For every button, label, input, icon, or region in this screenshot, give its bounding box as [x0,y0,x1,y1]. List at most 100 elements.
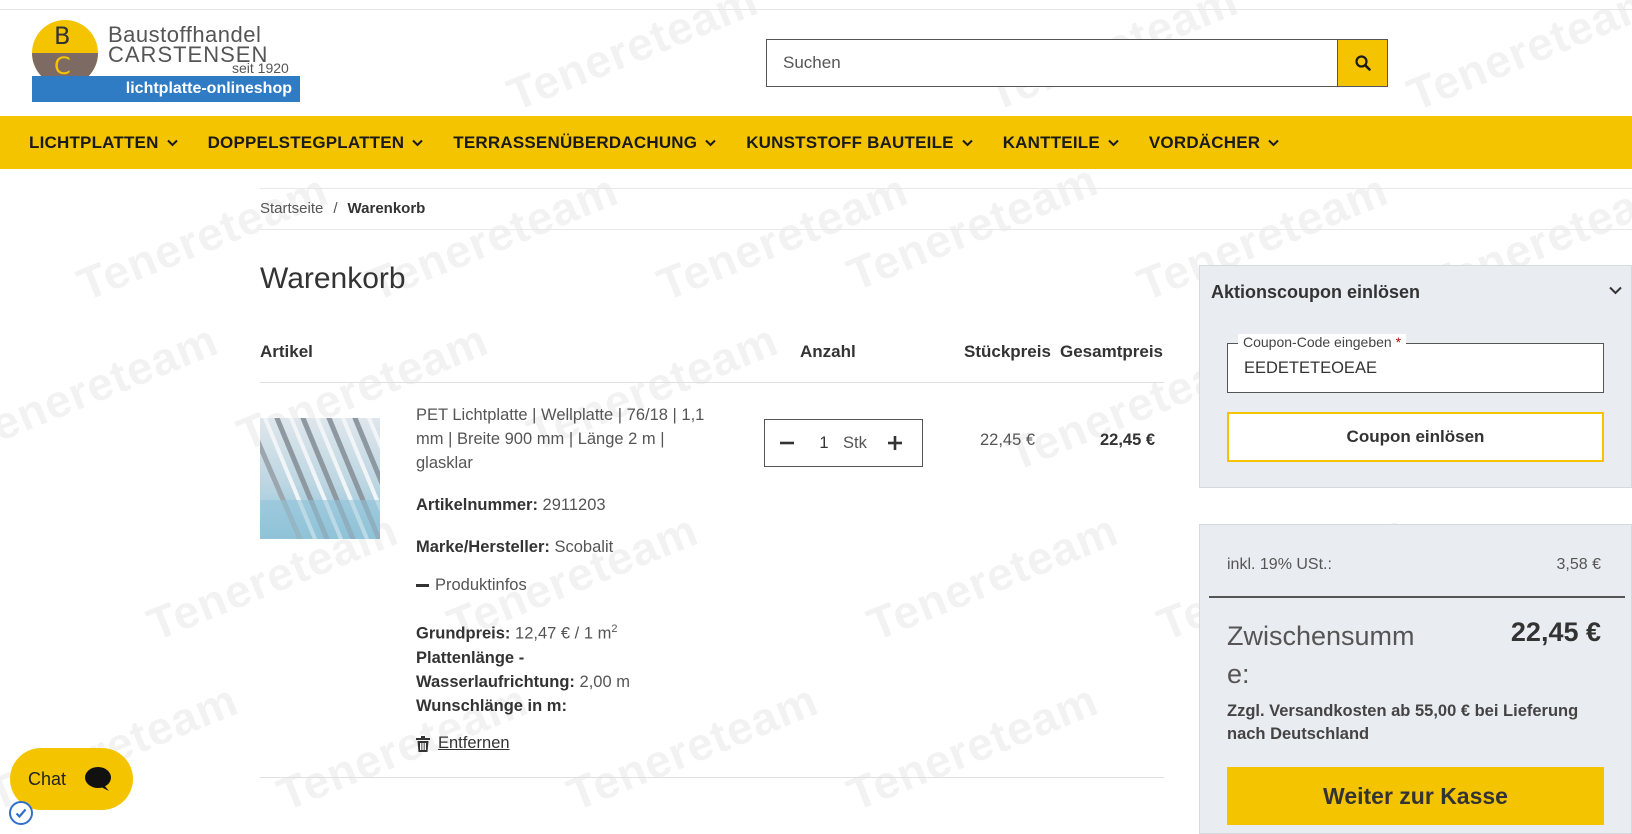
subtotal-label: Zwischensumme: [1227,621,1415,689]
base-price-value: 12,47 € / 1 m [515,624,612,643]
breadcrumb-divider-top [260,188,1632,189]
quantity-input[interactable]: 1 [813,434,835,453]
nav-item-terrassenueberdachung[interactable]: TERRASSENÜBERDACHUNG [453,133,716,153]
subtotal-value: 22,45 € [1510,617,1601,647]
watermark-text: Tenereteam [839,153,1105,301]
nav-item-doppelstegplatten[interactable]: DOPPELSTEGPLATTEN [208,133,424,153]
product-title-link[interactable]: PET Lichtplatte | Wellplatte | 76/18 | 1… [416,403,716,475]
nav-item-label: KANTTEILE [1002,132,1100,152]
redeem-coupon-button[interactable]: Coupon einlösen [1227,412,1604,462]
nav-item-kunststoff-bauteile[interactable]: KUNSTSTOFF BAUTEILE [746,133,973,153]
panel-length-label: Plattenlänge - Wasserlaufrichtung: [416,648,575,691]
watermark-text: Tenereteam [649,163,915,311]
chevron-down-icon[interactable] [1609,286,1622,295]
product-sku: Artikelnummer: 2911203 [416,496,606,515]
remove-item-label: Entfernen [438,734,510,752]
increase-quantity-button[interactable] [873,420,917,466]
search-input[interactable] [767,40,1337,86]
chat-button[interactable]: Chat [10,748,133,810]
search-icon [1354,55,1371,71]
watermark-text: Tenereteam [859,503,1125,651]
nav-item-vordaecher[interactable]: VORDÄCHER [1149,133,1279,153]
product-infos-label: Produktinfos [435,576,527,594]
search-button[interactable] [1337,40,1387,86]
table-row-divider [260,777,1164,778]
required-marker: * [1395,334,1402,350]
nav-item-label: DOPPELSTEGPLATTEN [207,132,405,152]
breadcrumb-home-link[interactable]: Startseite [260,200,323,217]
panel-length-value: 2,00 m [579,672,630,691]
breadcrumb-current: Warenkorb [347,200,426,217]
coupon-code-input[interactable] [1228,344,1603,392]
quantity-stepper: 1 Stk [764,419,923,467]
nav-item-label: KUNSTSTOFF BAUTEILE [746,132,954,152]
base-price-label: Grundpreis: [416,624,511,643]
page-title: Warenkorb [260,262,406,295]
quantity-unit: Stk [843,433,867,452]
desired-length-label: Wunschlänge in m: [416,696,567,715]
plus-icon [888,436,902,450]
base-price-unit-exponent: 2 [611,623,618,635]
summary-divider [1209,596,1625,598]
column-header-article: Artikel [260,342,313,361]
nav-item-kantteile[interactable]: KANTTEILE [1003,133,1119,153]
product-brand: Marke/Hersteller: Scobalit [416,538,613,557]
product-sku-value: 2911203 [542,496,606,514]
remove-item-button[interactable]: Entfernen [416,734,510,753]
chevron-down-icon [1268,139,1279,146]
shipping-note: Zzgl. Versandkosten ab 55,00 € bei Liefe… [1227,702,1579,743]
chevron-down-icon [166,139,178,146]
product-brand-value: Scobalit [554,538,614,556]
watermark-text: Tenereteam [1399,0,1632,121]
breadcrumb-divider-bottom [260,229,1632,230]
chevron-down-icon [705,139,716,146]
logo-since: seit 1920 [232,60,289,76]
coupon-heading[interactable]: Aktionscoupon einlösen [1211,282,1420,303]
chat-label: Chat [28,768,67,789]
total-price: 22,45 € [1100,431,1156,449]
checkout-button[interactable]: Weiter zur Kasse [1227,767,1604,825]
watermark-text: Tenereteam [0,313,225,461]
chevron-down-icon [1108,139,1119,146]
site-logo[interactable]: B C Baustoffhandel CARSTENSEN seit 1920 … [32,20,300,102]
nav-item-label: TERRASSENÜBERDACHUNG [453,132,698,152]
minus-icon [780,441,794,445]
nav-item-lichtplatten[interactable]: LICHTPLATTEN [29,133,178,153]
product-sku-label: Artikelnummer: [416,496,538,514]
tax-label: inkl. 19% USt.: [1227,556,1332,573]
unit-price: 22,45 € [980,431,1036,449]
product-details: Grundpreis: 12,47 € / 1 m2 Plattenlänge … [416,617,656,718]
chevron-down-icon [412,139,424,146]
nav-item-label: LICHTPLATTEN [29,132,159,152]
collapse-minus-icon [416,584,429,587]
trash-icon [416,735,430,752]
chat-bubble-icon [85,767,112,791]
logo-letter-b: B [54,22,71,50]
nav-item-label: VORDÄCHER [1148,132,1261,152]
product-brand-label: Marke/Hersteller: [416,538,550,556]
coupon-code-label: Coupon-Code eingeben * [1238,334,1407,350]
column-header-total: Gesamtpreis [1060,342,1163,361]
chevron-down-icon [961,139,973,146]
logo-shop-name: lichtplatte-onlineshop [32,76,300,102]
table-header-divider [260,382,1164,383]
coupon-code-label-text: Coupon-Code eingeben [1243,334,1392,350]
watermark-text: Tenereteam [839,673,1105,821]
tax-value: 3,58 € [1556,556,1601,573]
verified-badge-icon [9,801,33,825]
top-divider [0,9,1632,10]
coupon-panel: Aktionscoupon einlösen Coupon-Code einge… [1199,265,1632,488]
breadcrumb-separator: / [333,200,338,217]
main-navigation: LICHTPLATTEN DOPPELSTEGPLATTEN TERRASSEN… [0,116,1632,169]
search-bar [766,39,1388,87]
coupon-code-field [1227,343,1604,393]
order-summary-panel: inkl. 19% USt.: 3,58 € Zwischensumme: 22… [1199,524,1632,834]
product-infos-toggle[interactable]: Produktinfos [416,576,527,595]
decrease-quantity-button[interactable] [765,420,809,466]
watermark-text: Tenereteam [499,0,765,121]
breadcrumb: Startseite / Warenkorb [260,200,425,217]
corrugated-sheet-image [260,418,380,539]
column-header-quantity: Anzahl [800,342,856,361]
product-image[interactable] [260,418,380,539]
column-header-unit-price: Stückpreis [964,342,1051,361]
